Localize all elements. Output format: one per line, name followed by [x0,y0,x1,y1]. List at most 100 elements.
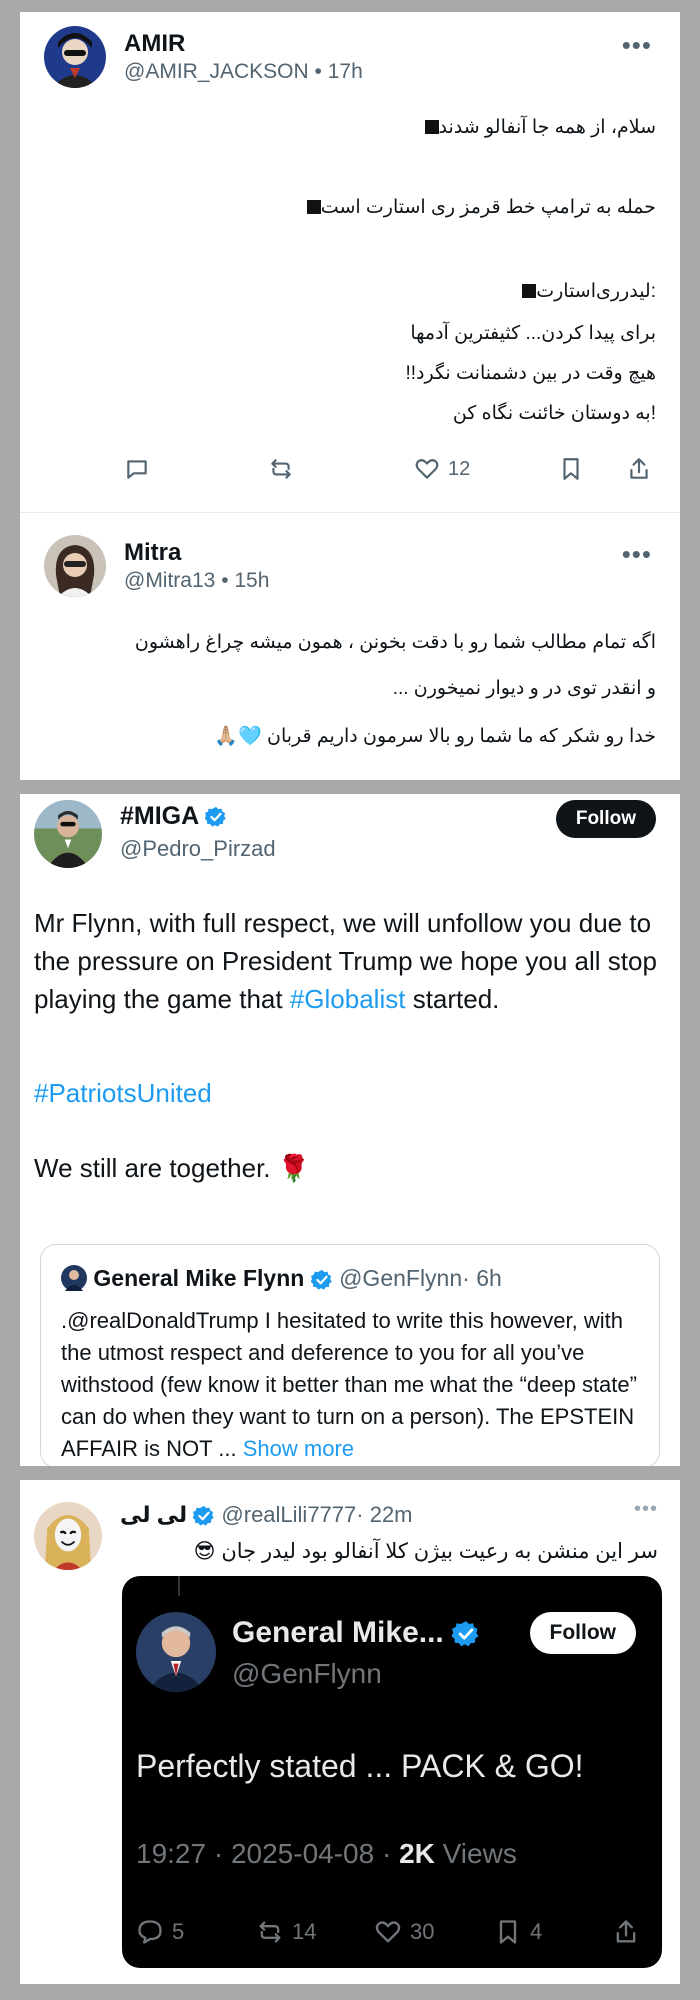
screenshot-panel-middle: #MIGA @Pedro_Pirzad Follow Mr Flynn, wit… [20,794,680,1466]
tweet-line-5: هیچ وقت در بین دشمنانت نگرد!! [405,363,656,384]
tweet-line-2: حمله به ترامپ خط قرمز ری استارت است [299,196,656,221]
more-options-icon[interactable]: ••• [622,539,652,570]
screenshot-panel-bottom: لی لی @realLili7777· 22m ••• سر این منشن… [20,1480,680,1984]
post-time[interactable]: 19:27 · 2025-04-08 · [136,1838,399,1869]
tweet-text: حمله به ترامپ خط قرمز ری استارت است [320,197,656,218]
reply-button[interactable] [124,456,150,482]
verified-badge-icon [310,1269,332,1290]
tweet-mitra[interactable]: Mitra @Mitra13 • 15h ••• اگه تمام مطالب … [20,513,680,780]
share-button[interactable] [626,456,652,482]
display-name[interactable]: #MIGA [120,802,198,830]
like-button[interactable]: 30 [374,1918,434,1946]
avatar[interactable] [34,1502,102,1570]
tweet-line-2: و انقدر توی در و دیوار نمیخورن ... [392,678,656,699]
thread-line [178,1576,180,1596]
quote-timestamp: · 6h [462,1265,502,1291]
hashtag-text[interactable]: #PatriotsUnited [34,1078,212,1108]
share-icon [616,1920,636,1943]
views-label: Views [434,1838,517,1869]
tweet-lili[interactable]: لی لی @realLili7777· 22m ••• سر این منشن… [20,1480,680,1984]
user-handle[interactable]: @GenFlynn [232,1658,382,1690]
show-more-link[interactable]: Show more [243,1436,354,1461]
repost-icon [271,459,291,479]
repost-button[interactable]: 14 [256,1918,316,1946]
black-square-icon [522,284,537,298]
tweet-line-3: :لیدرری‌استارت [514,280,656,305]
avatar[interactable] [61,1265,87,1291]
timestamp[interactable]: • 17h [315,60,363,83]
display-name[interactable]: General Mike... [232,1616,444,1649]
avatar[interactable] [44,26,106,88]
screenshot-panel-top: AMIR @AMIR_JACKSON • 17h ••• سلام، از هم… [20,12,680,780]
avatar[interactable] [44,535,106,597]
bookmark-button[interactable]: 4 [494,1918,542,1946]
handle-time: @Mitra13 • 15h [124,569,269,593]
tweet-body: Mr Flynn, with full respect, we will unf… [34,904,660,1018]
quote-author-handle[interactable]: @GenFlynn [339,1265,462,1291]
verified-badge-icon [205,807,226,828]
quote-header: General Mike Flynn @GenFlynn· 6h [61,1265,502,1292]
heart-icon [415,459,439,479]
like-button[interactable]: 12 [414,456,470,482]
bookmark-count: 4 [530,1919,543,1944]
hashtag-link[interactable]: #PatriotsUnited [34,1074,660,1112]
bookmark-icon [499,1920,517,1944]
handle-time: @AMIR_JACKSON • 17h [124,60,363,84]
tweet-line-1: اگه تمام مطالب شما رو با دقت بخونن ، همو… [134,632,656,653]
like-count: 12 [448,457,471,480]
reply-icon [138,1920,162,1944]
tweet-line-4: برای پیدا کردن... کثیفترین آدمها [410,323,656,344]
user-handle[interactable]: @realLili7777 [221,1502,356,1527]
black-square-icon [306,200,321,214]
display-name-row: #MIGA [120,802,227,831]
quote-text-block: .@realDonaldTrump I hesitated to write t… [61,1305,643,1465]
user-handle[interactable]: @Pedro_Pirzad [120,836,276,862]
tweet-text: started. [405,984,500,1014]
user-handle[interactable]: @Mitra13 [124,569,215,592]
verified-badge-icon [193,1506,214,1526]
timestamp[interactable]: • 15h [221,569,269,592]
user-handle[interactable]: @AMIR_JACKSON [124,60,309,83]
tweet-line-3: خدا رو شکر که ما شما رو بالا سرمون داریم… [214,726,656,747]
hashtag-link[interactable]: #Globalist [290,984,406,1014]
bookmark-icon [563,458,579,480]
repost-icon [259,1921,281,1943]
tweet-line-6: !به دوستان خائنت نگاه کن [452,403,656,424]
tweet-miga[interactable]: #MIGA @Pedro_Pirzad Follow Mr Flynn, wit… [20,794,680,1466]
embedded-author-row: General Mike... [232,1616,480,1650]
repost-button[interactable] [268,456,294,482]
tweet-meta: 19:27 · 2025-04-08 · 2K Views [136,1838,517,1870]
author-row: لی لی @realLili7777· 22m [120,1502,413,1528]
follow-button[interactable]: Follow [555,800,656,838]
tweet-line-1: سلام، از همه جا آنفالو شدند [417,116,656,141]
reply-count: 5 [172,1919,185,1944]
more-options-icon[interactable]: ••• [622,30,652,61]
repost-count: 14 [292,1919,317,1944]
avatar[interactable] [34,800,102,868]
tweet-text: سر این منشن به رعیت بیژن کلا آنفالو بود … [193,1540,658,1563]
display-name[interactable]: Mitra [124,539,181,567]
tweet-text: سلام، از همه جا آنفالو شدند [438,117,656,138]
follow-button[interactable]: Follow [529,1612,636,1654]
display-name[interactable]: AMIR [124,30,185,58]
tweet-amir[interactable]: AMIR @AMIR_JACKSON • 17h ••• سلام، از هم… [20,12,680,512]
views-count: 2K [399,1838,435,1869]
like-count: 30 [410,1919,435,1944]
display-name[interactable]: لی لی [120,1502,187,1527]
share-icon [630,458,648,479]
share-button[interactable] [612,1918,640,1946]
tweet-closing: We still are together. 🌹 [34,1153,311,1183]
embedded-tweet-screenshot[interactable]: General Mike... @GenFlynn Follow Perfect… [122,1576,662,1968]
heart-icon [375,1921,401,1943]
reply-button[interactable]: 5 [136,1918,184,1946]
quote-author-name[interactable]: General Mike Flynn [93,1265,304,1291]
bookmark-button[interactable] [558,456,584,482]
reply-icon [127,460,147,479]
black-square-icon [424,120,439,134]
timestamp: · 22m [356,1502,413,1527]
tweet-text: :لیدرری‌استارت [536,281,656,302]
avatar[interactable] [136,1612,216,1692]
embedded-tweet-text: Perfectly stated ... PACK & GO! [136,1748,584,1784]
quoted-tweet[interactable]: General Mike Flynn @GenFlynn· 6h .@realD… [40,1244,660,1466]
more-options-icon[interactable]: ••• [634,1498,658,1521]
